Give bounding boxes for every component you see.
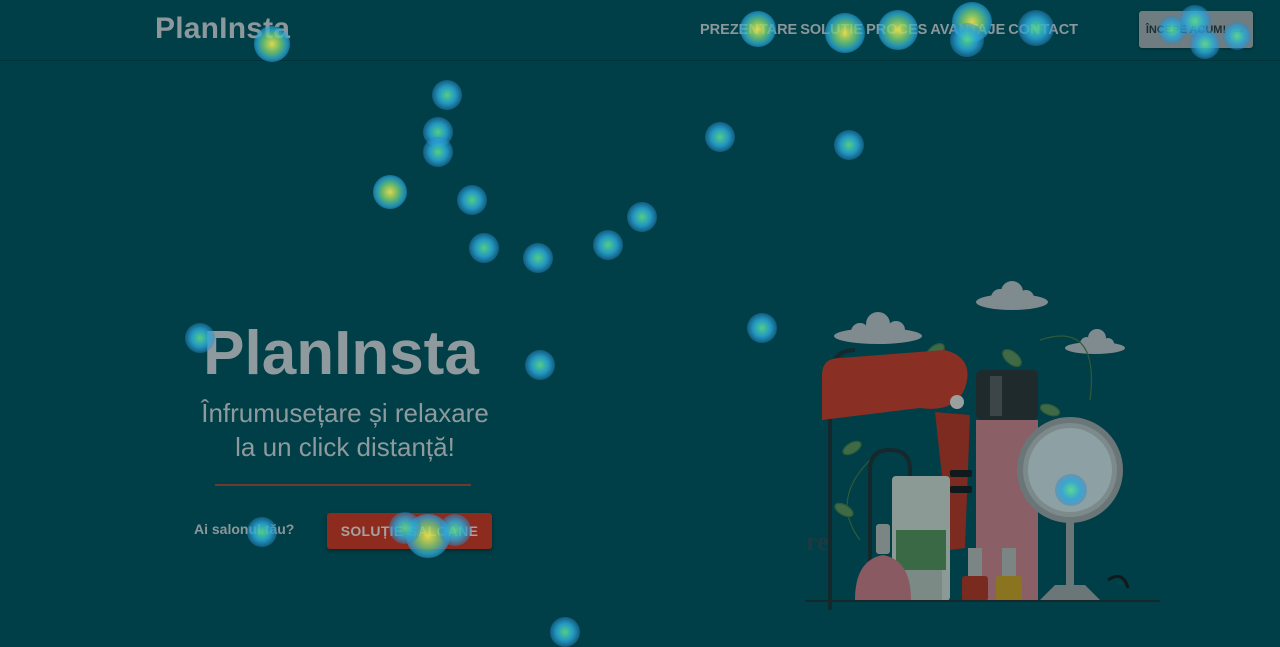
nav-solutie[interactable]: SOLUȚIE — [800, 22, 863, 38]
heatmap-point — [523, 243, 553, 273]
cloud-icon — [976, 281, 1048, 310]
heatmap-point — [423, 117, 453, 147]
cloud-icon — [834, 312, 922, 344]
heatmap-point — [423, 137, 453, 167]
site-header: PlanInsta PREZENTARE SOLUȚIE PROCES AVAN… — [0, 0, 1280, 61]
arrow-right-icon: → — [1230, 20, 1247, 38]
start-now-button[interactable]: ÎNCEPE ACUM! → — [1139, 11, 1253, 48]
start-now-label: ÎNCEPE ACUM! — [1145, 23, 1227, 36]
hero-subtitle: Înfrumusețare și relaxare la un click di… — [0, 396, 690, 464]
nav-contact[interactable]: CONTACT — [1008, 22, 1078, 38]
hero-subtitle-line-1: Înfrumusețare și relaxare — [201, 398, 489, 428]
heatmap-point — [469, 233, 499, 263]
heatmap-point — [834, 130, 864, 160]
nav-avantaje[interactable]: AVANTAJE — [930, 22, 1005, 38]
heatmap-point — [705, 122, 735, 152]
beauty-products-illustration — [805, 281, 1160, 610]
heatmap-point — [747, 313, 777, 343]
heatmap-point — [432, 80, 462, 110]
site-logo[interactable]: PlanInsta — [155, 12, 290, 46]
heatmap-point — [457, 185, 487, 215]
heatmap-point — [627, 202, 657, 232]
cloud-icon — [1065, 329, 1125, 354]
heatmap-point — [550, 617, 580, 647]
nav-proces[interactable]: PROCES — [866, 22, 927, 38]
heatmap-point — [373, 175, 407, 209]
salon-question: Ai salonul tău? — [194, 521, 295, 537]
salon-solution-button[interactable]: SOLUȚIE SALOANE — [327, 513, 492, 549]
main-nav: PREZENTARE SOLUȚIE PROCES AVANTAJE CONTA… — [700, 22, 1078, 38]
hero-subtitle-line-2: la un click distanță! — [235, 432, 455, 462]
heatmap-point — [593, 230, 623, 260]
illustration-caption: re — [806, 527, 829, 556]
nav-prezentare[interactable]: PREZENTARE — [700, 22, 797, 38]
hero-title: PlanInsta — [203, 319, 479, 388]
hero-divider — [215, 484, 471, 486]
